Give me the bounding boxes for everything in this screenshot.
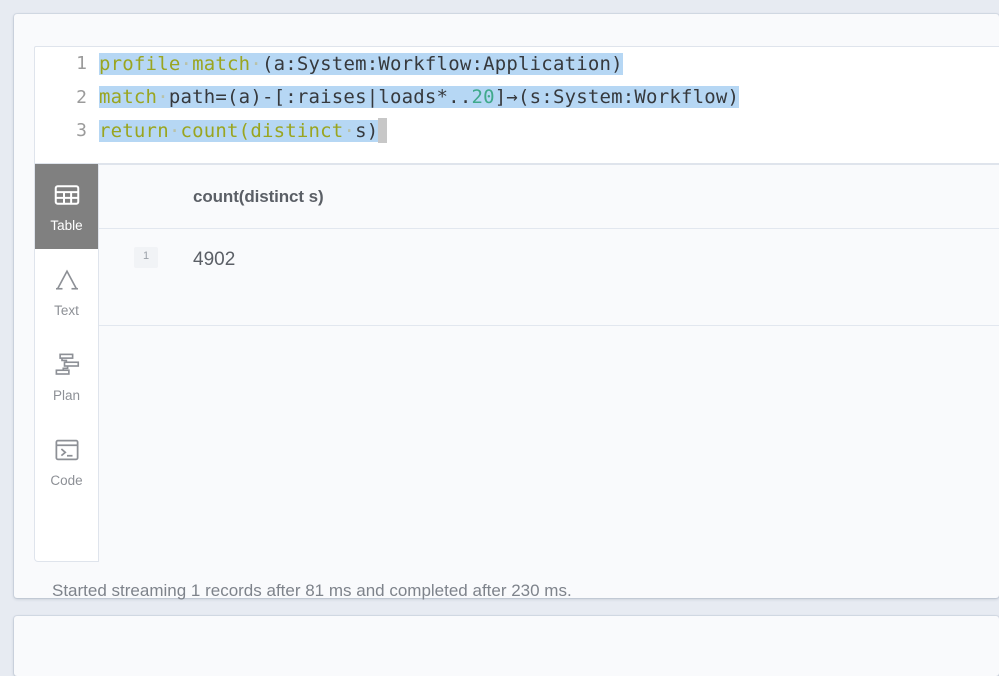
sidebar-item-code[interactable]: Code bbox=[35, 419, 98, 504]
table-header-row: count(distinct s) bbox=[99, 165, 999, 229]
sidebar-item-text[interactable]: Text bbox=[35, 249, 98, 334]
terminal-icon bbox=[52, 435, 82, 465]
code-token-plain: s) bbox=[355, 120, 379, 143]
code-token-plain: ]→(s:System:Workflow) bbox=[494, 86, 740, 109]
view-switcher-sidebar: Table Text Plan Code bbox=[34, 164, 99, 562]
code-token-space-dot: · bbox=[180, 52, 193, 75]
code-token-space-dot: · bbox=[168, 120, 181, 143]
sidebar-item-label: Plan bbox=[52, 388, 81, 404]
sidebar-item-label: Code bbox=[50, 473, 83, 489]
table-icon bbox=[52, 180, 82, 210]
plan-tree-icon bbox=[52, 350, 82, 380]
code-line-content[interactable]: return·count(distinct·s) bbox=[99, 118, 388, 144]
table-cell: 4902 bbox=[193, 249, 236, 270]
code-token-keyword: match bbox=[99, 86, 158, 109]
code-token-keyword: match bbox=[192, 52, 251, 75]
code-line-content[interactable]: profile·match·(a:System:Workflow:Applica… bbox=[99, 52, 623, 75]
code-token-keyword: profile bbox=[99, 52, 181, 75]
status-bar: Started streaming 1 records after 81 ms … bbox=[14, 570, 999, 612]
text-cursor bbox=[378, 118, 388, 144]
next-result-frame bbox=[14, 616, 999, 676]
code-token-space-dot: · bbox=[250, 52, 262, 75]
text-a-icon bbox=[52, 265, 82, 295]
sidebar-item-label: Text bbox=[54, 303, 79, 319]
line-number: 2 bbox=[76, 86, 87, 108]
table-column-header[interactable]: count(distinct s) bbox=[193, 187, 324, 207]
frame-body: Table Text Plan Code count(distinct s) 1… bbox=[34, 164, 999, 562]
code-token-keyword: count(distinct bbox=[180, 120, 344, 143]
query-result-frame: 1 profile·match·(a:System:Workflow:Appli… bbox=[14, 14, 999, 600]
code-token-plain: (a:System:Workflow:Application) bbox=[261, 52, 623, 75]
sidebar-item-table[interactable]: Table bbox=[35, 164, 98, 249]
sidebar-item-label: Table bbox=[50, 218, 83, 234]
table-row-index: 1 bbox=[99, 245, 193, 268]
code-token-keyword: return bbox=[99, 120, 169, 143]
row-index-label: 1 bbox=[133, 247, 159, 268]
code-token-space-dot: · bbox=[343, 120, 356, 143]
code-token-number: 20 bbox=[471, 86, 495, 109]
code-token-plain: path=(a)-[:raises|loads*.. bbox=[168, 86, 472, 109]
sidebar-item-plan[interactable]: Plan bbox=[35, 334, 98, 419]
status-message: Started streaming 1 records after 81 ms … bbox=[52, 581, 572, 600]
line-number: 3 bbox=[76, 120, 87, 142]
cypher-editor[interactable]: 1 profile·match·(a:System:Workflow:Appli… bbox=[34, 46, 999, 164]
code-line[interactable]: 3 return·count(distinct·s) bbox=[35, 114, 999, 148]
code-token-space-dot: · bbox=[157, 86, 169, 109]
results-table-panel: count(distinct s) 1 4902 bbox=[99, 164, 999, 562]
result-stream: 1 profile·match·(a:System:Workflow:Appli… bbox=[0, 0, 999, 676]
code-line-content[interactable]: match·path=(a)-[:raises|loads*..20]→(s:S… bbox=[99, 86, 740, 109]
table-row[interactable]: 1 4902 bbox=[99, 229, 999, 326]
code-line[interactable]: 1 profile·match·(a:System:Workflow:Appli… bbox=[35, 47, 999, 81]
code-line[interactable]: 2 match·path=(a)-[:raises|loads*..20]→(s… bbox=[35, 81, 999, 115]
line-number: 1 bbox=[76, 53, 87, 75]
